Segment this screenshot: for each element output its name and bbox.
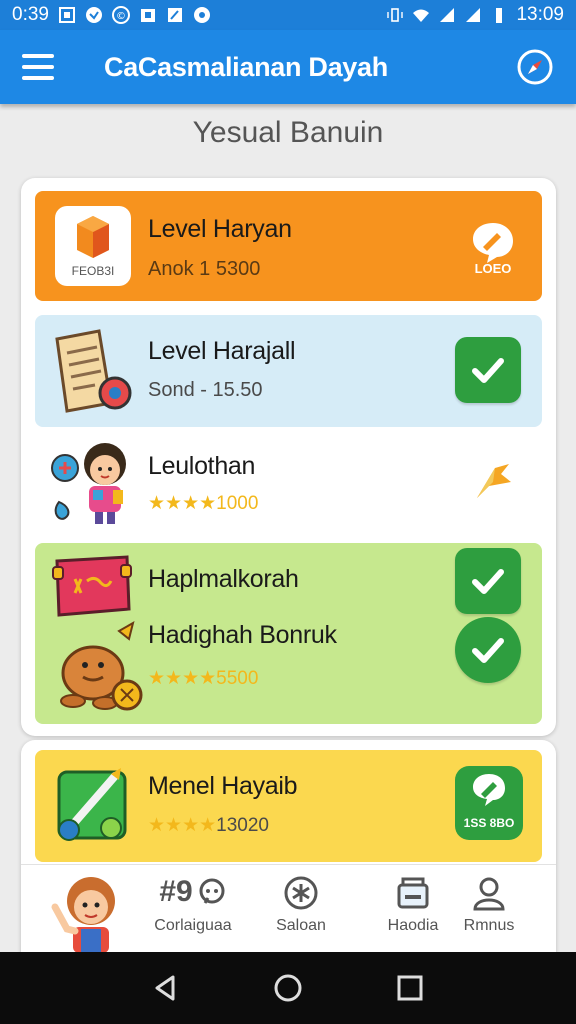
- user-icon: [473, 877, 505, 911]
- dot-notification-icon: [193, 6, 211, 24]
- chat-badge-icon[interactable]: 1SS 8BO: [455, 766, 523, 840]
- pet-character-icon: [49, 617, 145, 717]
- asterisk-circle-icon: [284, 876, 318, 910]
- level-title: Leulothan: [148, 452, 256, 480]
- svg-text:©: ©: [116, 11, 126, 22]
- bottom-navigation: #9 Corlaiguaa Saloan Haodia Rmnus: [21, 864, 556, 953]
- star-rating: ★★★★: [148, 668, 217, 689]
- app-bar: CaCasmalianan Dayah: [0, 30, 576, 104]
- section-title: Yesual Banuin: [192, 116, 384, 149]
- level-title: Haplmalkorah: [148, 565, 299, 593]
- nav-item-saloan[interactable]: Saloan: [257, 875, 345, 935]
- level-title: Menel Hayaib: [148, 772, 298, 800]
- level-row-harajall[interactable]: Level Harajall Sond - 15.50: [35, 315, 542, 427]
- play-notification-icon: ©: [111, 6, 130, 24]
- level-row-menel[interactable]: Menel Hayaib ★★★★13020 1SS 8BO: [35, 750, 542, 862]
- arrow-icon[interactable]: [471, 460, 515, 504]
- badge-text: 1SS 8BO: [463, 816, 515, 830]
- shield-notification-icon: [85, 6, 103, 24]
- nav-label: Haodia: [387, 917, 439, 934]
- compass-icon[interactable]: [516, 48, 554, 86]
- nav-item-corlaiguaa[interactable]: #9 Corlaiguaa: [143, 875, 243, 935]
- level-points: 1000: [216, 493, 259, 514]
- nav-item-rmnus[interactable]: Rmnus: [445, 875, 533, 935]
- nav-label: Corlaiguaa: [154, 917, 232, 934]
- thumbnail-caption: FEOB3I: [71, 264, 115, 278]
- edit-notification-icon: [166, 6, 184, 24]
- paint-brush-icon: [55, 764, 135, 844]
- nav-item-haodia[interactable]: Haodia: [369, 875, 457, 935]
- vibrate-icon: [386, 6, 404, 24]
- level-points: 5500: [216, 668, 259, 689]
- badge-text: LOEO: [474, 261, 512, 276]
- complete-check-button[interactable]: [455, 617, 521, 683]
- status-bar: 0:39 © 13:09: [0, 0, 576, 30]
- bag-notification-icon: [139, 6, 157, 24]
- battery-icon: [490, 6, 508, 24]
- level-list-card: FEOB3I Level Haryan Anok 1 5300 LOEO Lev…: [21, 178, 556, 736]
- wifi-icon: [412, 6, 430, 24]
- ticket-icon: [51, 553, 133, 619]
- signal-icon: [438, 6, 456, 24]
- app-title: CaCasmalianan Dayah: [104, 51, 388, 82]
- phone-screen: 0:39 © 13:09 CaCasmalianan Dayah Yesual …: [0, 0, 576, 1024]
- home-icon[interactable]: [273, 973, 303, 1003]
- wallet-icon: [397, 877, 429, 909]
- level-stars: ★★★★13020: [148, 814, 269, 837]
- system-navigation-bar: [0, 952, 576, 1024]
- level-stars: ★★★★5500: [148, 667, 258, 690]
- hash-chat-icon: [199, 878, 225, 904]
- level-stars: ★★★★1000: [148, 492, 258, 515]
- nav-label: Rmnus: [463, 917, 515, 934]
- nav-label: Saloan: [276, 917, 326, 934]
- level-thumbnail: FEOB3I: [55, 206, 131, 286]
- complete-check-button[interactable]: [455, 548, 521, 614]
- girl-character-icon: [45, 434, 145, 534]
- level-row-leulothan[interactable]: Leulothan ★★★★1000: [35, 430, 542, 542]
- mascot-girl-icon: [45, 871, 135, 953]
- back-icon[interactable]: [151, 973, 181, 1003]
- status-time-left: 0:39: [12, 4, 49, 25]
- level-subtitle: Anok 1 5300: [148, 258, 261, 280]
- image-notification-icon: [58, 6, 76, 24]
- hamburger-menu-icon[interactable]: [22, 54, 54, 80]
- level-row-haryan[interactable]: FEOB3I Level Haryan Anok 1 5300 LOEO: [35, 191, 542, 301]
- recents-icon[interactable]: [395, 973, 425, 1003]
- level-points: 13020: [216, 815, 269, 836]
- chat-badge-icon[interactable]: LOEO: [463, 217, 523, 277]
- signal-2-icon: [464, 6, 482, 24]
- level-subtitle: Sond - 15.50: [148, 379, 263, 401]
- star-rating: ★★★★: [148, 493, 217, 514]
- hash-label: #9: [159, 875, 193, 908]
- level-row-hadighah-bonus[interactable]: Hadighah Bonruk ★★★★5500: [35, 617, 542, 724]
- level-title: Level Haryan: [148, 215, 292, 243]
- status-time-right: 13:09: [516, 4, 564, 25]
- complete-check-button[interactable]: [455, 337, 521, 403]
- document-icon: [49, 325, 135, 415]
- level-title: Hadighah Bonruk: [148, 621, 337, 649]
- level-title: Level Harajall: [148, 337, 296, 365]
- star-rating: ★★★★: [148, 815, 217, 836]
